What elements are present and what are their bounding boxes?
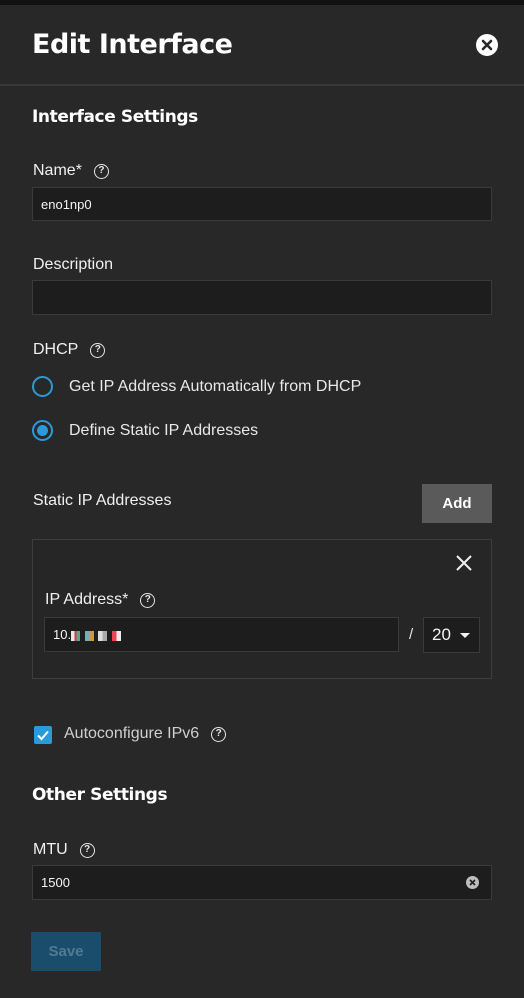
help-icon[interactable]: ? [93, 163, 109, 179]
dhcp-label: DHCP [33, 341, 79, 358]
name-label: Name* [33, 162, 82, 179]
radio-checked-icon[interactable] [32, 420, 53, 441]
dhcp-option-automatic[interactable]: Get IP Address Automatically from DHCP [32, 376, 361, 397]
add-button[interactable]: Add [422, 484, 492, 523]
radio-unchecked-icon[interactable] [32, 376, 53, 397]
netmask-separator: / [409, 626, 414, 643]
static-ip-label: Static IP Addresses [33, 492, 172, 509]
clear-icon[interactable] [466, 876, 479, 889]
static-ip-label-row: Static IP Addresses [33, 492, 171, 510]
name-field-value: eno1np0 [41, 196, 92, 212]
ipv6-label: Autoconfigure IPv6 [64, 725, 200, 742]
dhcp-label-row: DHCP ? [33, 341, 106, 359]
ip-address-label: IP Address* [45, 591, 129, 608]
close-icon[interactable] [453, 552, 475, 574]
netmask-select[interactable]: 20 [423, 617, 480, 653]
description-label-row: Description [33, 256, 113, 274]
ipv6-label-row: Autoconfigure IPv6 ? [64, 725, 227, 743]
help-icon[interactable]: ? [140, 592, 156, 608]
ip-address-card: IP Address* ? 10. / 20 [32, 539, 492, 679]
mtu-field[interactable]: 1500 [32, 865, 492, 900]
help-icon[interactable]: ? [90, 342, 106, 358]
dhcp-option-static-label: Define Static IP Addresses [69, 421, 259, 439]
dialog-header: Edit Interface [0, 5, 524, 86]
close-icon[interactable] [476, 34, 498, 56]
description-label: Description [33, 256, 114, 273]
other-settings-title: Other Settings [32, 785, 168, 805]
mtu-label-row: MTU ? [33, 841, 95, 859]
ip-address-value: 10. [53, 627, 72, 642]
ip-address-label-row: IP Address* ? [45, 591, 156, 609]
help-icon[interactable]: ? [79, 842, 95, 858]
description-field[interactable] [32, 280, 492, 315]
mtu-field-value: 1500 [41, 875, 70, 890]
help-icon[interactable]: ? [211, 726, 227, 742]
interface-settings-title: Interface Settings [32, 107, 198, 127]
dhcp-option-static[interactable]: Define Static IP Addresses [32, 420, 258, 441]
ipv6-checkbox[interactable] [34, 726, 52, 744]
dhcp-option-automatic-label: Get IP Address Automatically from DHCP [69, 377, 362, 395]
masked-ip-segment [71, 627, 122, 642]
netmask-value: 20 [432, 625, 451, 644]
name-label-row: Name* ? [33, 162, 109, 180]
page-title: Edit Interface [32, 29, 233, 60]
ip-address-field[interactable]: 10. [44, 617, 399, 652]
save-button[interactable]: Save [31, 932, 101, 971]
chevron-down-icon [460, 633, 470, 638]
name-field[interactable]: eno1np0 [32, 187, 492, 221]
mtu-label: MTU [33, 841, 68, 858]
